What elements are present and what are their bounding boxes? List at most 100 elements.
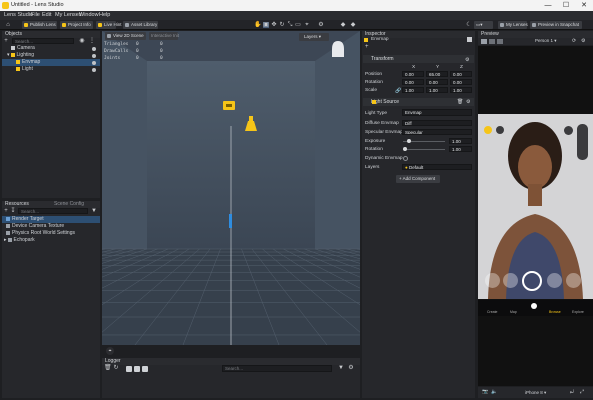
publish-lens-button[interactable]: Publish Lens [22,21,57,29]
select-tool-icon[interactable]: ▣ [263,22,269,28]
nav-explore[interactable]: Explore [572,310,584,314]
interactive-init-toggle[interactable]: Interactive Init [149,32,179,40]
tree-item-envmap[interactable]: Envmap [2,59,100,66]
nav-browse[interactable]: Browse [549,310,561,314]
object-add-icon[interactable]: ◆ [340,22,346,28]
preview-in-snapchat-button[interactable]: Preview in Snapchat [530,21,582,29]
scene-config-tab[interactable]: Scene Config [54,201,84,208]
preview-sync-icon[interactable]: ⟳ [572,38,576,44]
scale-lock-icon[interactable]: 🔗 [395,88,401,94]
filter-icon[interactable]: ▼ [91,208,97,214]
layers-field[interactable]: ● Default [402,164,472,170]
resource-echopark-folder[interactable]: ▸ Echopark [2,237,100,244]
tree-item-camera[interactable]: Camera [2,45,100,52]
light-rotation-slider-track[interactable] [403,149,445,150]
resources-search-input[interactable]: Search... [18,208,88,214]
object-checkbox[interactable] [467,37,472,42]
scene-viewport[interactable]: View 2D Scene Interactive Init Layers ▾ … [102,31,360,345]
carousel-lens-icon[interactable] [566,273,581,288]
close-window-button[interactable]: ✕ [575,0,593,11]
camera-tab-icon[interactable] [531,303,537,309]
home-icon[interactable]: ⌂ [5,22,11,28]
camera-controls-icon[interactable] [577,124,588,160]
asset-library-button[interactable]: Asset Library [123,21,158,29]
preview-device-toggle[interactable]: ▭▾ [474,21,493,29]
add-friend-icon[interactable] [564,126,573,135]
menu-window[interactable]: Window [79,12,99,18]
scale-y-input[interactable]: 1,00 [426,87,448,93]
visibility-toggle-icon[interactable] [92,68,96,72]
position-y-input[interactable]: 65,00 [426,71,448,77]
scale-x-input[interactable]: 1,00 [402,87,424,93]
position-z-input[interactable]: 0,00 [450,71,472,77]
rotation-y-input[interactable]: 0,00 [426,79,448,85]
visibility-toggle-icon[interactable] [92,47,96,51]
transform-section-header[interactable]: Transform [363,55,474,63]
nav-map[interactable]: Map [510,310,517,314]
visibility-toggle-icon[interactable] [92,54,96,58]
light-source-settings-icon[interactable]: ⚙ [466,99,470,105]
light-source-trash-icon[interactable]: 🗑 [457,99,463,105]
snapshot-icon[interactable] [489,39,495,44]
fullscreen-icon[interactable]: ⤢ [580,389,584,395]
clear-log-icon[interactable]: 🗑 [104,365,112,371]
maximize-button[interactable]: ☐ [557,0,575,11]
record-icon[interactable] [497,39,503,44]
refresh-log-icon[interactable]: ↻ [113,365,119,371]
position-x-input[interactable]: 0,00 [402,71,424,77]
info-filter-icon[interactable] [126,366,132,372]
layers-dropdown[interactable]: Layers ▾ [299,33,329,41]
light-type-dropdown[interactable]: Envmap [402,109,472,116]
moon-icon[interactable]: ☾ [466,22,472,28]
move-tool-icon[interactable]: ✥ [271,22,277,28]
objects-search-input[interactable]: Search... [12,38,74,44]
rotate-tool-icon[interactable]: ↻ [279,22,285,28]
menu-edit[interactable]: Edit [42,12,51,18]
tree-item-lighting[interactable]: ▾ Lighting [2,52,100,59]
logger-search-input[interactable]: Search... [222,365,332,372]
tree-item-light[interactable]: Light [2,66,100,73]
warning-filter-icon[interactable] [134,366,140,372]
audio-icon[interactable]: 🔈 [491,389,497,395]
diffuse-envmap-field[interactable]: Diff [402,120,472,126]
objects-menu-icon[interactable]: ⋮ [89,38,95,44]
object-group-icon[interactable]: ◆ [350,22,356,28]
scale-z-input[interactable]: 1,00 [450,87,472,93]
add-object-icon[interactable]: + [3,38,9,44]
rotation-x-input[interactable]: 0,00 [402,79,424,85]
light-rotation-slider-handle[interactable] [403,147,407,151]
nav-create[interactable]: Create [487,310,498,314]
lens-icon[interactable] [484,126,492,134]
resource-device-camera-texture[interactable]: Device Camera Texture [2,223,100,230]
logger-filter-icon[interactable]: ▼ [338,365,344,371]
resources-tab[interactable]: Resources [5,201,29,207]
menu-my-lenses[interactable]: My Lenses [55,12,82,18]
project-info-button[interactable]: Project Info [60,21,93,29]
rotate-device-icon[interactable]: ⤾ [570,389,574,395]
light-rotation-input[interactable]: 1,00 [449,146,472,152]
resource-physics-settings[interactable]: Physics Root World Settings [2,230,100,237]
camera-toggle-icon[interactable] [481,39,487,44]
carousel-lens-icon[interactable] [547,273,562,288]
dynamic-envmap-checkbox[interactable] [403,156,408,161]
transform-settings-icon[interactable]: ⚙ [465,57,469,63]
live-hint-button[interactable]: Live Hint [96,21,122,29]
settings-gear-icon[interactable]: ⚙ [318,22,324,28]
person-selector[interactable]: Person 1 ▾ [535,38,557,44]
view-2d-scene-toggle[interactable]: View 2D Scene [105,32,146,40]
hand-tool-icon[interactable]: ✋ [254,22,261,28]
add-component-button[interactable]: + Add Component [396,175,440,183]
menu-lens-studio[interactable]: Lens Studio [4,12,33,18]
minimize-button[interactable]: — [539,0,557,11]
add-resource-icon[interactable]: + [3,208,9,214]
my-lenses-button[interactable]: My Lenses [498,21,528,29]
error-filter-icon[interactable] [142,366,148,372]
search-icon[interactable] [496,126,504,134]
menu-file[interactable]: File [31,12,40,18]
logger-settings-icon[interactable]: ⚙ [348,365,354,371]
object-name-field[interactable]: Envmap [371,37,389,42]
preview-settings-icon[interactable]: ⚙ [581,38,585,44]
camera-icon[interactable]: 📷 [482,389,488,395]
envmap-light-gizmo[interactable] [223,101,235,110]
resource-render-target[interactable]: Render Target [2,216,100,223]
